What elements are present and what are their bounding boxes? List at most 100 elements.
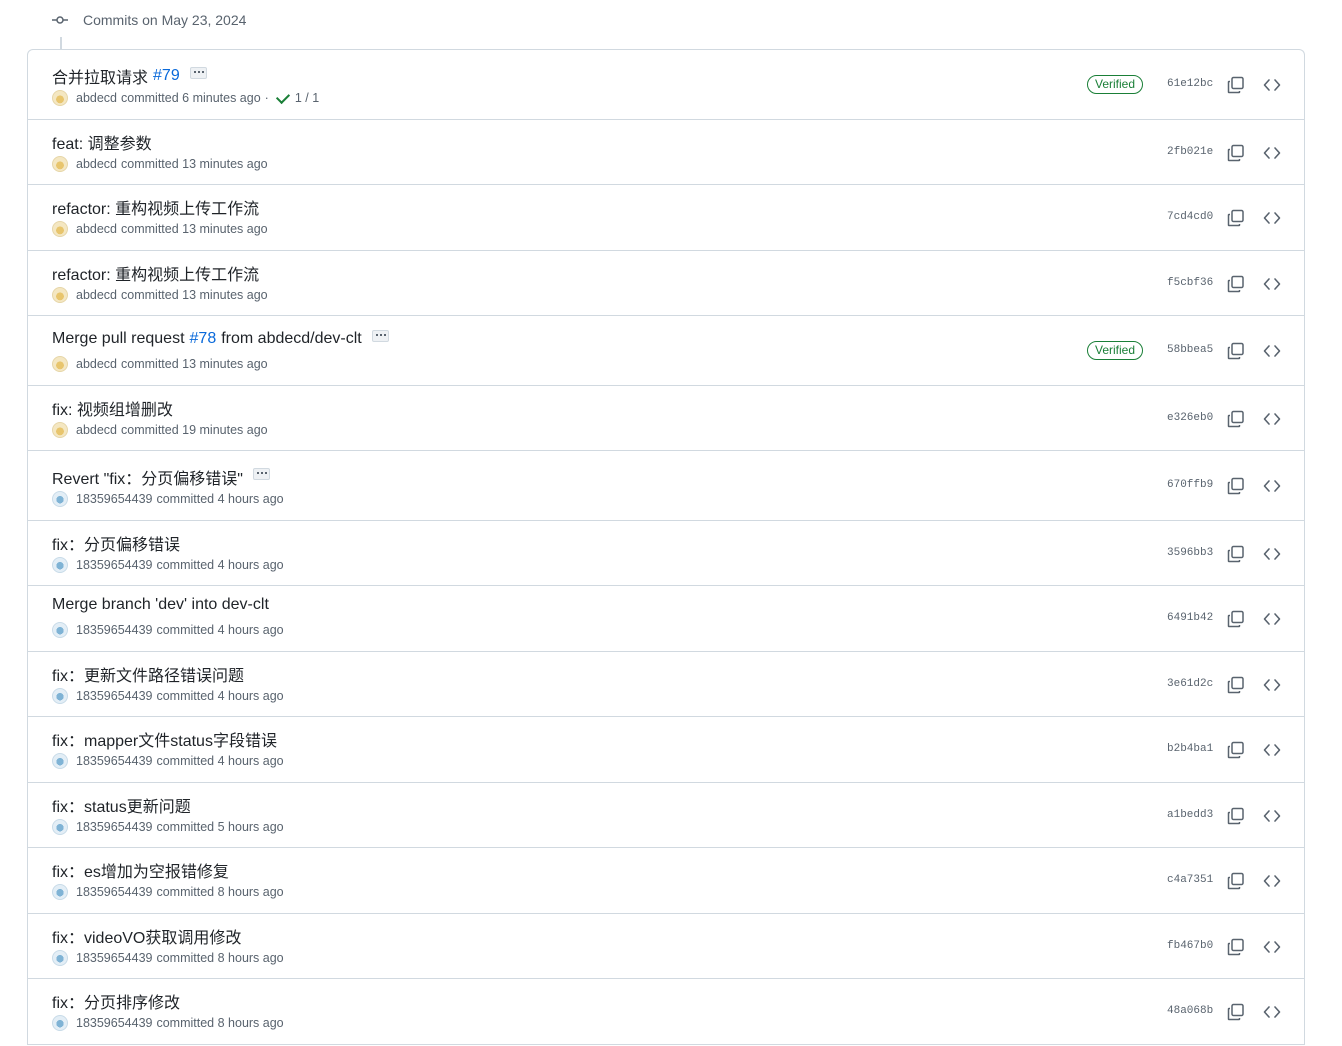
copy-sha-icon[interactable] [1227, 938, 1245, 956]
copy-sha-icon[interactable] [1227, 144, 1245, 162]
checks-count[interactable]: 1 / 1 [295, 91, 319, 105]
browse-repo-code-icon[interactable] [1263, 545, 1281, 563]
commit-author[interactable]: 18359654439 [76, 754, 152, 768]
avatar[interactable] [52, 950, 68, 966]
commit-author[interactable]: 18359654439 [76, 885, 152, 899]
commit-author[interactable]: abdecd [76, 357, 117, 371]
browse-repo-code-icon[interactable] [1263, 807, 1281, 825]
browse-repo-code-icon[interactable] [1263, 741, 1281, 759]
browse-repo-code-icon[interactable] [1263, 209, 1281, 227]
avatar[interactable] [52, 491, 68, 507]
copy-sha-icon[interactable] [1227, 275, 1245, 293]
commit-author[interactable]: abdecd [76, 222, 117, 236]
commit-message-link[interactable]: Merge branch 'dev' into dev-clt [52, 596, 269, 614]
browse-repo-code-icon[interactable] [1263, 610, 1281, 628]
browse-repo-code-icon[interactable] [1263, 872, 1281, 890]
avatar[interactable] [52, 1015, 68, 1031]
copy-sha-icon[interactable] [1227, 676, 1245, 694]
copy-sha-icon[interactable] [1227, 76, 1245, 94]
browse-repo-code-icon[interactable] [1263, 1003, 1281, 1021]
verified-badge[interactable]: Verified [1087, 75, 1144, 94]
expand-message-button[interactable] [189, 67, 207, 79]
commit-author[interactable]: 18359654439 [76, 623, 152, 637]
browse-repo-code-icon[interactable] [1263, 676, 1281, 694]
browse-repo-code-icon[interactable] [1263, 477, 1281, 495]
avatar[interactable] [52, 90, 68, 106]
commit-sha-link[interactable]: e326eb0 [1167, 412, 1213, 424]
commit-message-link[interactable]: Revert "fix：分页偏移错误" [52, 465, 243, 489]
commit-sha-link[interactable]: 58bbea5 [1167, 344, 1213, 356]
copy-sha-icon[interactable] [1227, 807, 1245, 825]
commit-message-link[interactable]: fix: 视频组增删改 [52, 396, 173, 420]
check-icon[interactable] [275, 89, 290, 104]
commit-message-link[interactable]: fix：mapper文件status字段错误 [52, 727, 277, 751]
expand-message-button[interactable] [252, 468, 270, 480]
commit-author[interactable]: 18359654439 [76, 1016, 152, 1030]
avatar[interactable] [52, 819, 68, 835]
commit-sha-link[interactable]: 3e61d2c [1167, 678, 1213, 690]
copy-sha-icon[interactable] [1227, 477, 1245, 495]
avatar[interactable] [52, 221, 68, 237]
avatar[interactable] [52, 557, 68, 573]
commit-message-link[interactable]: fix：videoVO获取调用修改 [52, 924, 241, 948]
browse-repo-code-icon[interactable] [1263, 76, 1281, 94]
browse-repo-code-icon[interactable] [1263, 275, 1281, 293]
commit-author[interactable]: 18359654439 [76, 951, 152, 965]
commit-sha-link[interactable]: fb467b0 [1167, 940, 1213, 952]
browse-repo-code-icon[interactable] [1263, 410, 1281, 428]
commit-author[interactable]: 18359654439 [76, 689, 152, 703]
commit-message-link[interactable]: fix：分页偏移错误 [52, 531, 180, 555]
commit-message-tail[interactable]: from abdecd/dev-clt [221, 330, 362, 348]
copy-sha-icon[interactable] [1227, 741, 1245, 759]
copy-sha-icon[interactable] [1227, 872, 1245, 890]
commit-author[interactable]: abdecd [76, 288, 117, 302]
commit-author[interactable]: 18359654439 [76, 558, 152, 572]
commit-message-link[interactable]: Merge pull request [52, 330, 185, 348]
commit-author[interactable]: abdecd [76, 157, 117, 171]
copy-sha-icon[interactable] [1227, 610, 1245, 628]
commit-author[interactable]: abdecd [76, 423, 117, 437]
commit-message-link[interactable]: refactor: 重构视频上传工作流 [52, 195, 259, 219]
avatar[interactable] [52, 287, 68, 303]
expand-message-button[interactable] [371, 330, 389, 342]
commit-sha-link[interactable]: 7cd4cd0 [1167, 211, 1213, 223]
copy-sha-icon[interactable] [1227, 209, 1245, 227]
commit-sha-link[interactable]: a1bedd3 [1167, 809, 1213, 821]
commit-sha-link[interactable]: 61e12bc [1167, 78, 1213, 90]
commit-sha-link[interactable]: f5cbf36 [1167, 277, 1213, 289]
avatar[interactable] [52, 156, 68, 172]
avatar[interactable] [52, 753, 68, 769]
copy-sha-icon[interactable] [1227, 410, 1245, 428]
copy-sha-icon[interactable] [1227, 1003, 1245, 1021]
commit-author[interactable]: 18359654439 [76, 820, 152, 834]
avatar[interactable] [52, 622, 68, 638]
pull-request-link[interactable]: #79 [153, 67, 180, 85]
avatar[interactable] [52, 884, 68, 900]
browse-repo-code-icon[interactable] [1263, 342, 1281, 360]
commit-message-link[interactable]: feat: 调整参数 [52, 130, 152, 154]
commit-sha-link[interactable]: 670ffb9 [1167, 479, 1213, 491]
commit-sha-link[interactable]: 3596bb3 [1167, 547, 1213, 559]
commit-sha-link[interactable]: 6491b42 [1167, 612, 1213, 624]
commit-sha-link[interactable]: 2fb021e [1167, 146, 1213, 158]
copy-sha-icon[interactable] [1227, 545, 1245, 563]
browse-repo-code-icon[interactable] [1263, 144, 1281, 162]
avatar[interactable] [52, 422, 68, 438]
commit-author[interactable]: abdecd [76, 91, 117, 105]
browse-repo-code-icon[interactable] [1263, 938, 1281, 956]
commit-message-link[interactable]: fix：分页排序修改 [52, 989, 180, 1013]
commit-message-link[interactable]: fix：status更新问题 [52, 793, 191, 817]
commit-author[interactable]: 18359654439 [76, 492, 152, 506]
copy-sha-icon[interactable] [1227, 342, 1245, 360]
avatar[interactable] [52, 356, 68, 372]
commit-sha-link[interactable]: 48a068b [1167, 1005, 1213, 1017]
commit-sha-link[interactable]: c4a7351 [1167, 874, 1213, 886]
pull-request-link[interactable]: #78 [190, 330, 217, 348]
commit-sha-link[interactable]: b2b4ba1 [1167, 743, 1213, 755]
commit-message-link[interactable]: refactor: 重构视频上传工作流 [52, 261, 259, 285]
avatar[interactable] [52, 688, 68, 704]
verified-badge[interactable]: Verified [1087, 341, 1144, 360]
commit-message-link[interactable]: fix：es增加为空报错修复 [52, 858, 229, 882]
commit-message-link[interactable]: 合并拉取请求 [52, 64, 148, 88]
commit-message-link[interactable]: fix：更新文件路径错误问题 [52, 662, 244, 686]
